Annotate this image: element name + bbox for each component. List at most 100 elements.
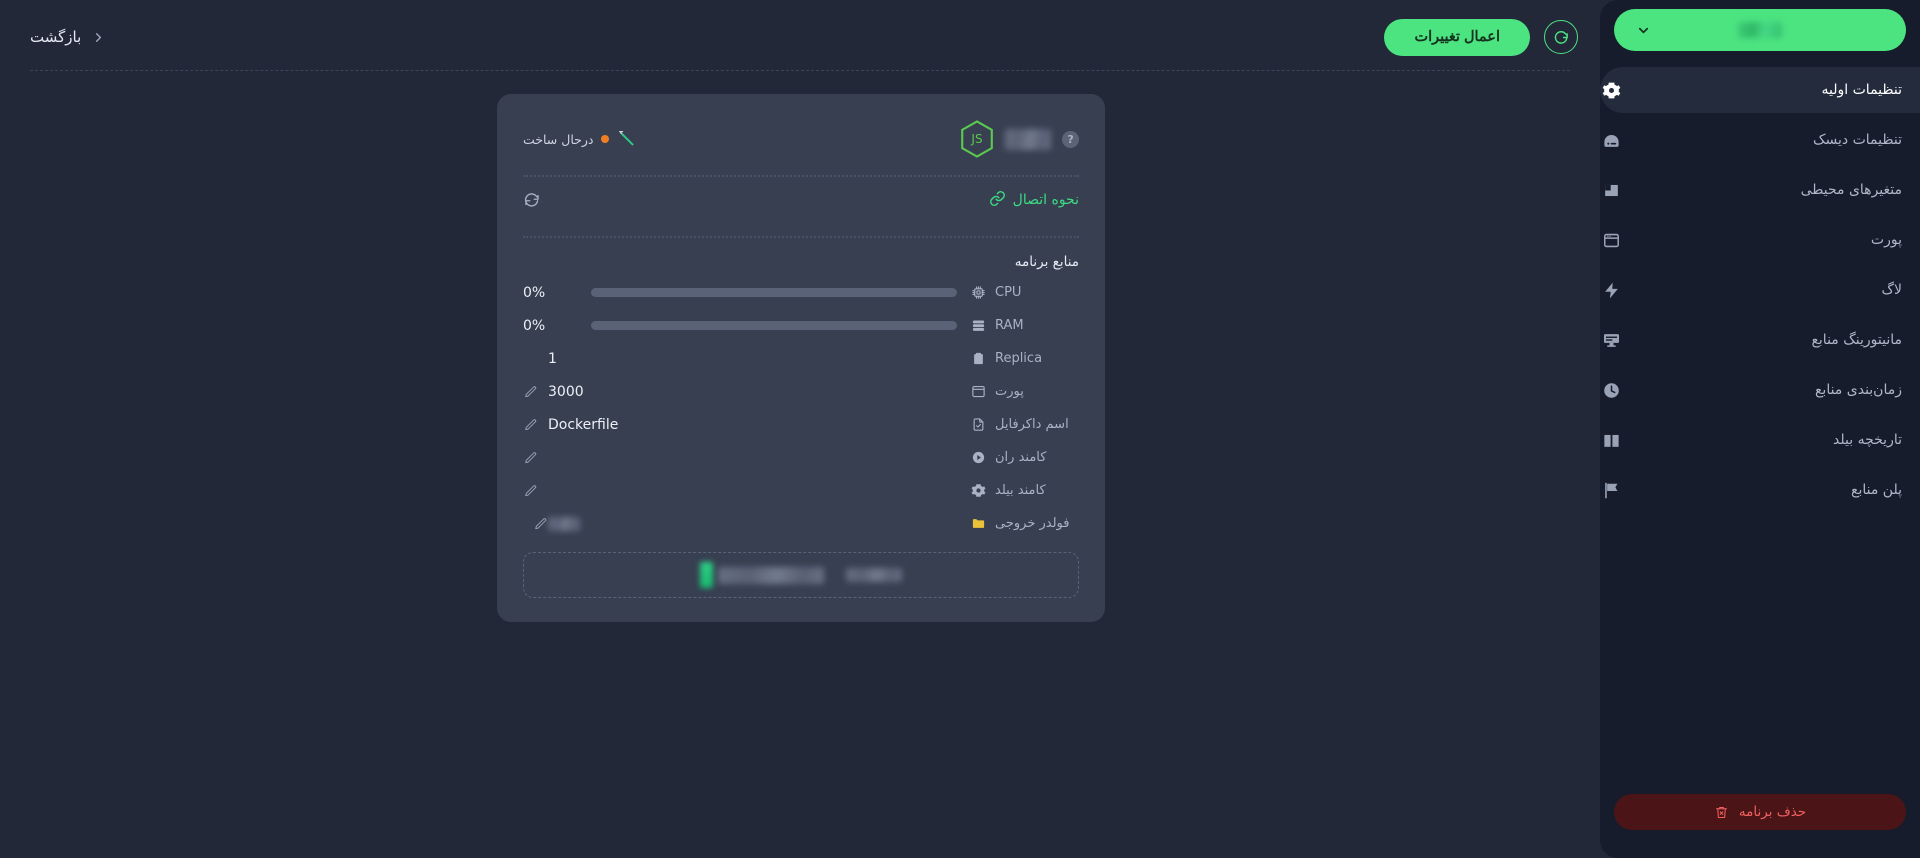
ram-usage-bar <box>591 321 957 330</box>
detail-label-dockerfile: اسم داکرفایل <box>995 417 1069 432</box>
top-divider <box>30 70 1570 71</box>
window-icon <box>971 384 986 399</box>
top-bar-actions: اعمال تغییرات <box>1384 18 1578 56</box>
card-divider-2 <box>523 236 1079 238</box>
back-label: بازگشت <box>30 28 82 46</box>
output-folder-value <box>548 516 580 531</box>
sidebar-item-logs[interactable]: لاگ <box>1600 267 1920 313</box>
dockerfile-value: Dockerfile <box>548 416 619 433</box>
trash-x-icon <box>1714 805 1729 820</box>
cpu-usage-bar <box>591 288 957 297</box>
cpu-chip-icon <box>971 285 986 300</box>
status-indicator-icon <box>700 562 713 588</box>
folder-icon <box>971 516 986 531</box>
app-root: اعمال تغییرات بازگشت ? JS درحال ساخت نحو… <box>0 0 1920 858</box>
sidebar-item-build-history[interactable]: تاریخچه بیلد <box>1600 417 1920 463</box>
sidebar-label: پلن منابع <box>1851 482 1902 498</box>
card-footer-actions <box>523 552 1079 598</box>
sidebar-menu: تنظیمات اولیه تنظیمات دیسک متغیرهای محیط… <box>1600 67 1920 517</box>
detail-row-dockerfile: اسم داکرفایل Dockerfile <box>523 408 1079 441</box>
disk-icon <box>1600 129 1622 151</box>
app-name-value <box>1005 128 1051 150</box>
gear-icon <box>1600 79 1622 101</box>
sidebar-label: لاگ <box>1881 282 1902 298</box>
sidebar-item-disk-settings[interactable]: تنظیمات دیسک <box>1600 117 1920 163</box>
pencil-edit-icon[interactable] <box>523 484 538 498</box>
project-selector-dropdown[interactable] <box>1614 9 1906 51</box>
sidebar-label: تاریخچه بیلد <box>1833 432 1902 448</box>
sidebar-item-resource-scheduling[interactable]: زمان‌بندی منابع <box>1600 367 1920 413</box>
resource-row-cpu: CPU 0% <box>523 276 1079 309</box>
svg-text:JS: JS <box>970 132 982 146</box>
detail-row-run-command: کامند ران <box>523 441 1079 474</box>
detail-row-output-folder: فولدر خروجی <box>523 507 1079 540</box>
sidebar: تنظیمات اولیه تنظیمات دیسک متغیرهای محیط… <box>1600 0 1920 858</box>
top-bar: اعمال تغییرات بازگشت <box>0 0 1600 74</box>
sidebar-item-env-variables[interactable]: متغیرهای محیطی <box>1600 167 1920 213</box>
clock-icon <box>1600 379 1622 401</box>
apply-changes-button[interactable]: اعمال تغییرات <box>1384 18 1530 56</box>
detail-label-output-folder: فولدر خروجی <box>995 516 1070 531</box>
sidebar-item-initial-settings[interactable]: تنظیمات اولیه <box>1600 67 1920 113</box>
link-icon <box>989 190 1006 211</box>
pencil-edit-icon[interactable] <box>523 418 538 432</box>
card-refresh-icon[interactable] <box>523 191 541 209</box>
detail-row-build-command: کامند بیلد <box>523 474 1079 507</box>
card-header-identity: ? JS <box>960 120 1079 158</box>
connection-method-label: نحوه اتصال <box>1012 192 1079 208</box>
pencil-edit-icon[interactable] <box>523 385 538 399</box>
pickaxe-icon <box>619 131 634 146</box>
delete-app-button[interactable]: حذف برنامه <box>1614 794 1906 830</box>
chevron-left-icon <box>91 30 106 45</box>
replica-value: 1 <box>548 350 557 367</box>
connection-method-link[interactable]: نحوه اتصال <box>989 190 1079 211</box>
ram-usage-value: 0% <box>523 317 546 334</box>
sidebar-item-resource-monitoring[interactable]: مانیتورینگ منابع <box>1600 317 1920 363</box>
gear-icon <box>971 483 986 498</box>
nodejs-js-logo: JS <box>961 120 993 158</box>
monitor-icon <box>1600 329 1622 351</box>
connection-row: نحوه اتصال <box>523 177 1079 223</box>
sidebar-item-port[interactable]: پورت <box>1600 217 1920 263</box>
project-selector-value <box>1738 22 1782 38</box>
sidebar-label: مانیتورینگ منابع <box>1811 332 1902 348</box>
detail-row-port: پورت 3000 <box>523 375 1079 408</box>
chevron-down-icon <box>1636 23 1651 38</box>
window-port-icon <box>1600 229 1622 251</box>
app-overview-card: ? JS درحال ساخت نحوه اتصال منابع برنامه … <box>497 94 1105 622</box>
clipboard-icon <box>971 351 986 366</box>
secondary-action-button[interactable] <box>846 568 902 582</box>
primary-action-button[interactable] <box>700 562 824 588</box>
delete-app-label: حذف برنامه <box>1738 804 1807 820</box>
back-button[interactable]: بازگشت <box>24 28 106 46</box>
port-value: 3000 <box>548 383 584 400</box>
detail-label-run-command: کامند ران <box>995 450 1047 465</box>
build-status: درحال ساخت <box>523 128 639 150</box>
resource-label-ram: RAM <box>995 318 1024 333</box>
resource-row-ram: RAM 0% <box>523 309 1079 342</box>
status-dot-icon <box>601 135 610 143</box>
pencil-edit-icon[interactable] <box>533 517 548 531</box>
sidebar-item-resource-plan[interactable]: پلن منابع <box>1600 467 1920 513</box>
bolt-icon <box>1600 279 1622 301</box>
document-check-icon <box>971 417 986 432</box>
sidebar-label: تنظیمات اولیه <box>1821 82 1902 98</box>
question-mark-icon[interactable]: ? <box>1062 130 1079 148</box>
refresh-icon[interactable] <box>1544 20 1578 54</box>
resource-label-replica: Replica <box>995 351 1043 366</box>
detail-label-port: پورت <box>995 384 1024 399</box>
flag-icon <box>1600 479 1622 501</box>
resource-row-replica: Replica 1 <box>523 342 1079 375</box>
resources-title: منابع برنامه <box>1014 254 1079 270</box>
sidebar-label: زمان‌بندی منابع <box>1814 382 1902 398</box>
resource-label-cpu: CPU <box>995 285 1022 300</box>
pencil-edit-icon[interactable] <box>523 451 538 465</box>
sidebar-label: تنظیمات دیسک <box>1813 132 1902 148</box>
book-icon <box>1600 429 1622 451</box>
card-header: ? JS درحال ساخت <box>523 116 1079 162</box>
env-block-icon <box>1600 179 1622 201</box>
sidebar-label: پورت <box>1870 232 1902 248</box>
cpu-usage-value: 0% <box>523 284 546 301</box>
ram-server-icon <box>971 318 986 333</box>
